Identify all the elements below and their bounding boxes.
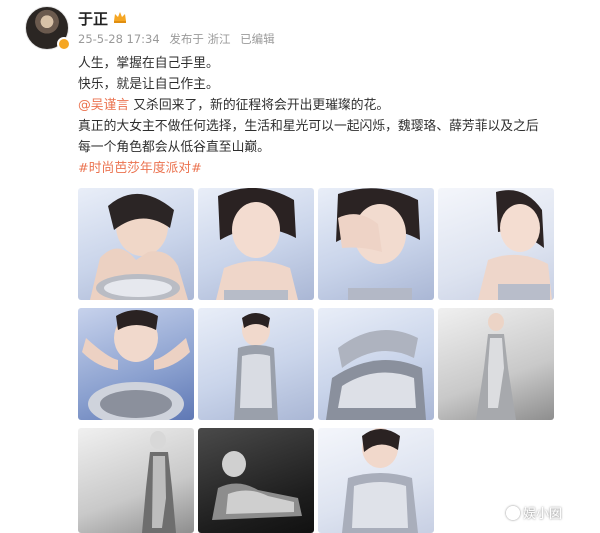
watermark-text: 娱小囡 [523,507,563,522]
photo-2[interactable] [198,188,314,300]
photo-3[interactable] [318,188,434,300]
crown-icon [114,12,126,23]
photo-7[interactable] [318,308,434,420]
photo-5[interactable] [78,308,194,420]
photo-8-figure [476,313,516,420]
user-mention-link[interactable]: @吴谨言 [78,98,129,113]
weibo-post: 于正 25-5-28 17:34 发布于 浙江 已编辑 人生，掌握在自己手里。 … [0,0,600,533]
watermark: 娱小囡 [506,503,562,522]
post-timestamp[interactable]: 25-5-28 17:34 [78,32,160,46]
username[interactable]: 于正 [78,8,108,29]
photo-1-figure [90,193,188,300]
post-line-4: 真正的大女主不做任何选择，生活和星光可以一起闪烁，魏璎珞、薛芳菲以及之后 [78,119,539,134]
photo-3-figure [336,188,420,300]
hashtag-link[interactable]: #时尚芭莎年度派对# [78,160,578,178]
photo-2-figure [216,188,298,300]
post-line-2: 快乐，就是让自己作主。 [78,77,219,92]
post-line-3: @吴谨言 又杀回来了，新的征程将会开出更璀璨的花。 [78,97,578,115]
post-line-1: 人生，掌握在自己手里。 [78,56,219,71]
verified-badge-icon [57,37,71,51]
photo-4[interactable] [438,188,554,300]
photo-7-figure [326,330,426,420]
photo-10-figure [212,451,302,520]
post-line-5: 每一个角色都会从低谷直至山巅。 [78,140,270,155]
photo-4-figure [478,190,552,300]
photo-8[interactable] [438,308,554,420]
watermark-logo-icon [506,506,520,520]
photo-5-figure [82,310,190,420]
photo-6-figure [234,313,278,420]
photo-11[interactable] [318,428,434,533]
post-source: 发布于 浙江 [169,32,231,46]
photo-9-figure [142,431,176,533]
photo-11-figure [342,428,418,533]
photo-1[interactable] [78,188,194,300]
image-grid [78,188,556,533]
post-line-3-text: 又杀回来了，新的征程将会开出更璀璨的花。 [129,98,390,113]
photo-9[interactable] [78,428,194,533]
edited-label[interactable]: 已编辑 [240,32,275,46]
photo-6[interactable] [198,308,314,420]
post-meta: 25-5-28 17:34 发布于 浙江 已编辑 [78,31,281,47]
photo-10[interactable] [198,428,314,533]
